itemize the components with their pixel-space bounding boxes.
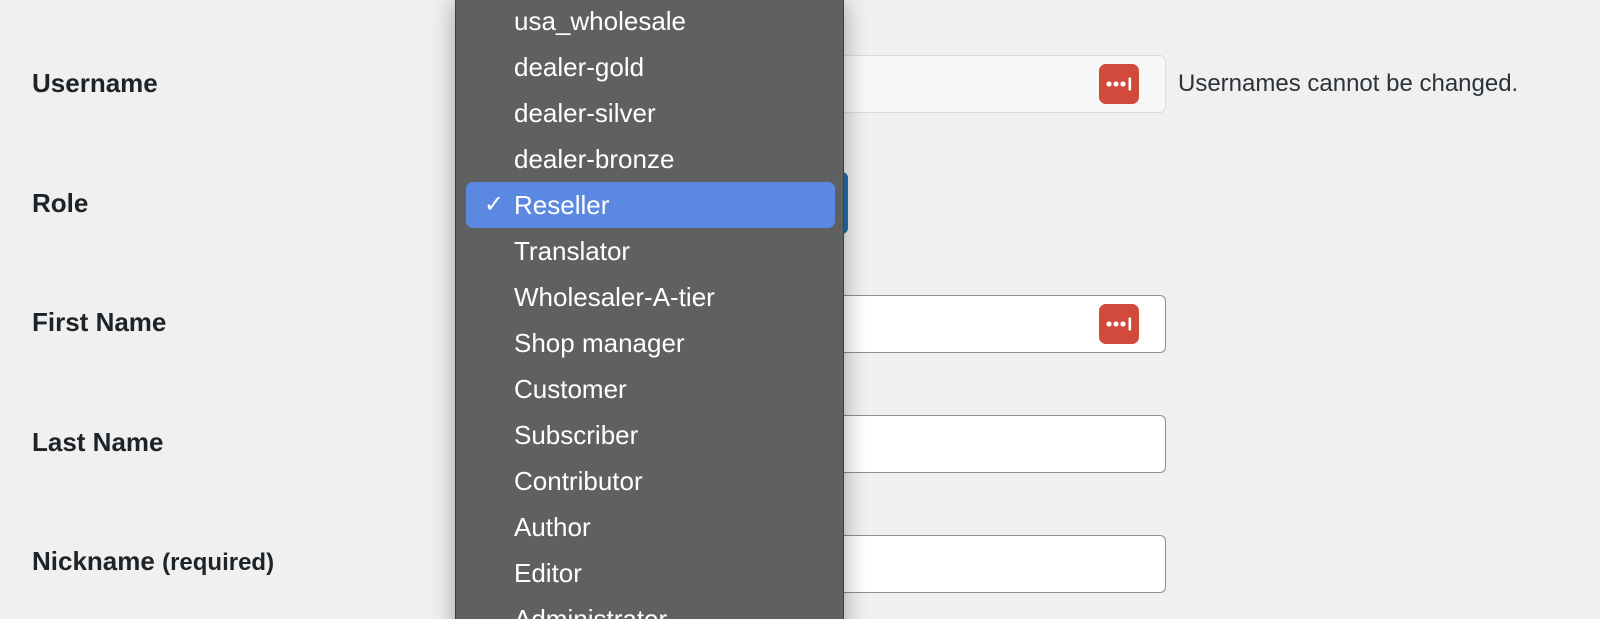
role-option-author[interactable]: Author [466,504,835,550]
role-label: Role [32,188,89,218]
role-option-dealer-silver[interactable]: dealer-silver [466,90,835,136]
role-option-translator[interactable]: Translator [466,228,835,274]
role-option-administrator[interactable]: Administrator [466,596,835,619]
role-option-shop-manager[interactable]: Shop manager [466,320,835,366]
role-option-editor[interactable]: Editor [466,550,835,596]
checkmark-icon: ✓ [484,191,505,218]
role-option-customer[interactable]: Customer [466,366,835,412]
password-dots-icon [1106,317,1132,331]
role-dropdown-menu: usa_wholesale dealer-gold dealer-silver … [455,0,844,619]
password-manager-icon[interactable] [1099,304,1139,344]
role-option-subscriber[interactable]: Subscriber [466,412,835,458]
nickname-label: Nickname (required) [32,546,274,577]
role-option-dealer-gold[interactable]: dealer-gold [466,44,835,90]
role-option-label: Reseller [514,190,610,220]
role-option-usa-wholesale[interactable]: usa_wholesale [466,0,835,44]
last-name-label: Last Name [32,427,164,457]
role-option-reseller[interactable]: ✓ Reseller [466,182,835,228]
password-manager-icon[interactable] [1099,64,1139,104]
first-name-label: First Name [32,307,167,337]
username-hint: Usernames cannot be changed. [1178,70,1519,97]
username-label: Username [32,68,158,98]
nickname-label-text: Nickname [32,546,155,576]
user-profile-page: Username Role First Name Last Name Nickn… [0,0,1600,619]
role-option-dealer-bronze[interactable]: dealer-bronze [466,136,835,182]
required-indicator: (required) [162,549,275,576]
role-option-contributor[interactable]: Contributor [466,458,835,504]
role-option-wholesaler-a-tier[interactable]: Wholesaler-A-tier [466,274,835,320]
password-dots-icon [1106,77,1132,91]
